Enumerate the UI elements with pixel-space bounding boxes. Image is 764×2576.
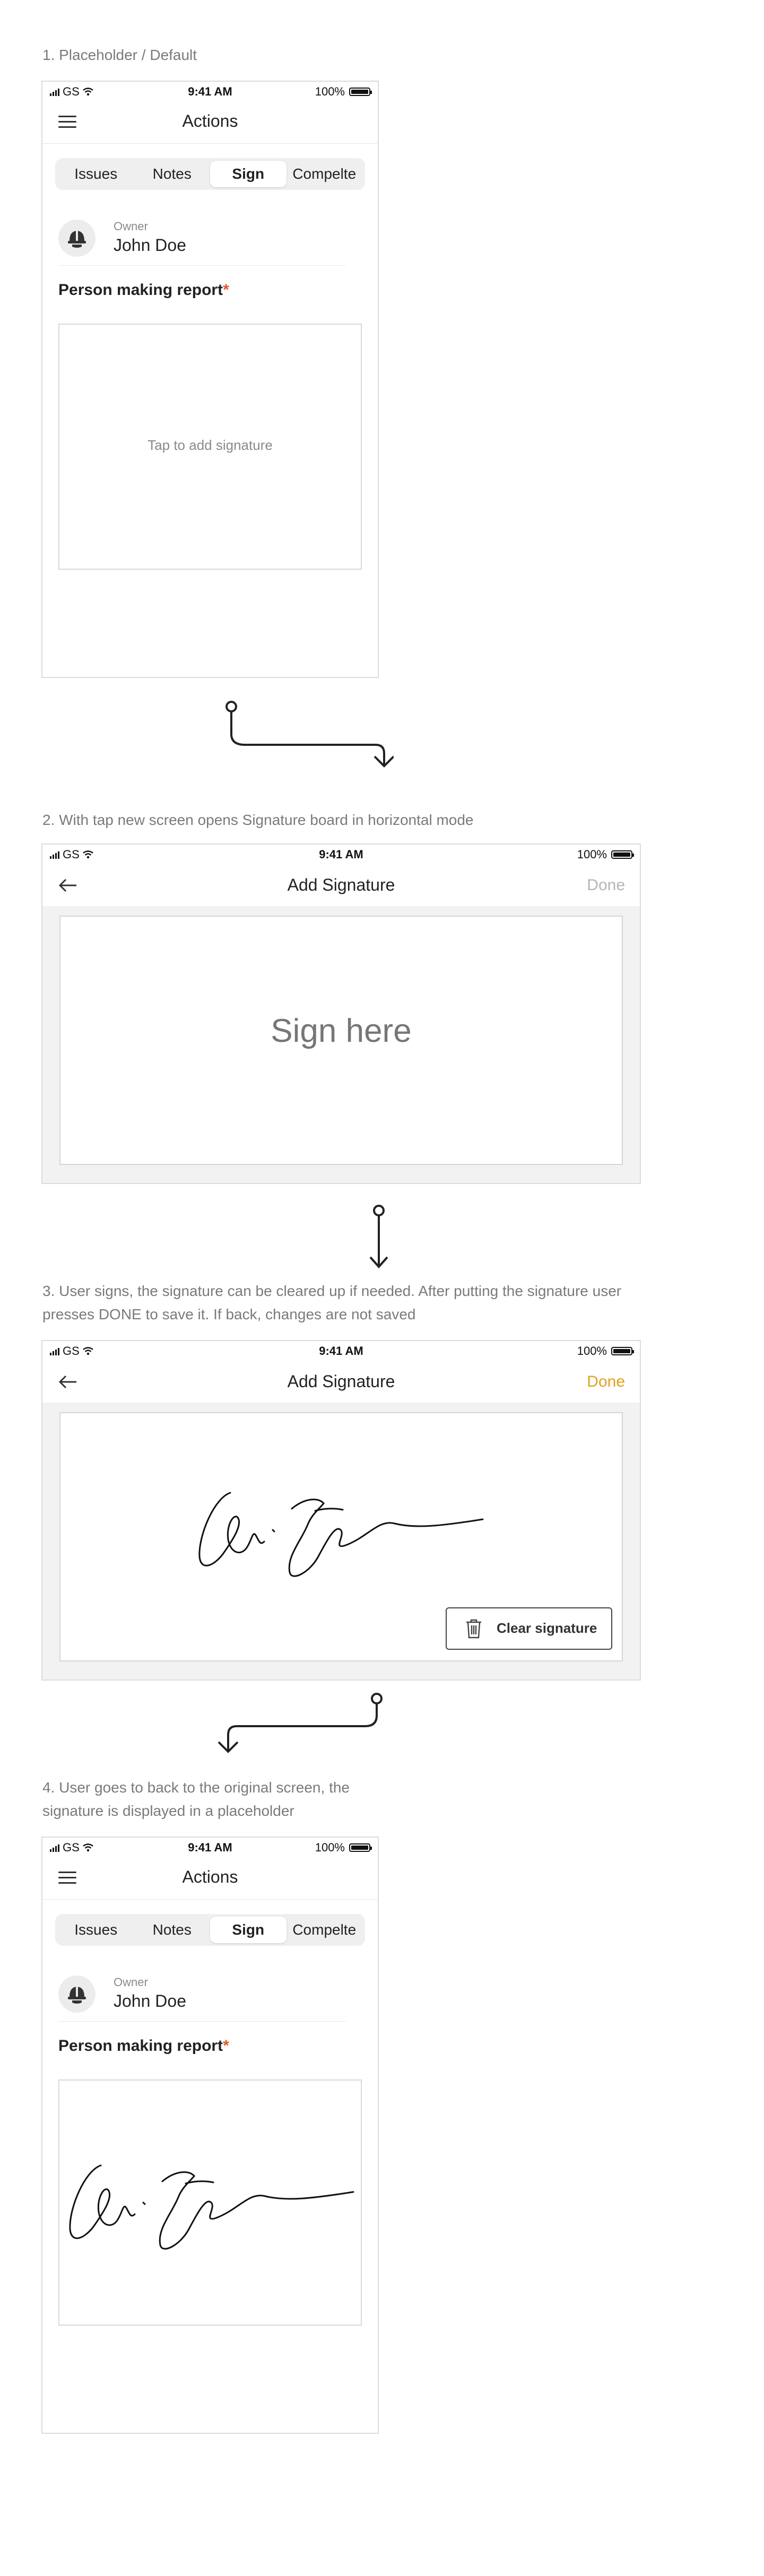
flow-arrow-icon: [225, 701, 394, 768]
avatar: [58, 220, 96, 257]
done-button[interactable]: Done: [587, 1373, 625, 1391]
screen-title: Actions: [182, 111, 238, 130]
tab-complete[interactable]: Compelte: [286, 1917, 363, 1943]
battery-percent: 100%: [577, 848, 607, 861]
status-bar: GS 9:41 AM 100%: [42, 845, 640, 863]
signature-placeholder-filled[interactable]: [58, 2079, 362, 2326]
signature-drawing: [69, 2164, 354, 2250]
tab-notes[interactable]: Notes: [134, 1917, 211, 1943]
step-3-caption-line2: presses DONE to save it. If back, change…: [42, 1306, 416, 1322]
tab-complete[interactable]: Compelte: [286, 161, 363, 187]
owner-label: Owner: [114, 220, 148, 233]
nav-bar: Add Signature Done: [42, 863, 640, 906]
segmented-tabs: Issues Notes Sign Compelte: [55, 1914, 365, 1946]
clear-signature-button[interactable]: Clear signature: [446, 1607, 612, 1650]
flow-arrow-icon: [369, 1205, 388, 1269]
tab-sign[interactable]: Sign: [210, 161, 286, 187]
owner-name: John Doe: [114, 236, 186, 255]
trash-icon: [466, 1619, 481, 1639]
done-button-disabled[interactable]: Done: [587, 876, 625, 894]
owner-label: Owner: [114, 1975, 148, 1989]
owner-name: John Doe: [114, 1991, 186, 2011]
battery-icon: [611, 850, 634, 859]
flow-arrow-icon: [218, 1693, 383, 1753]
avatar: [58, 1975, 96, 2013]
nav-bar: Add Signature Done: [42, 1359, 640, 1403]
owner-row: Owner John Doe: [58, 1968, 346, 2022]
battery-icon: [611, 1347, 634, 1355]
signature-board-area: Clear signature: [42, 1403, 640, 1679]
tab-sign[interactable]: Sign: [210, 1917, 286, 1943]
tab-issues[interactable]: Issues: [58, 161, 134, 187]
battery-percent: 100%: [577, 1344, 607, 1357]
status-bar: GS 9:41 AM 100%: [42, 82, 378, 100]
battery-percent: 100%: [315, 85, 345, 98]
step-4-caption-line2: signature is displayed in a placeholder: [42, 1803, 294, 1819]
battery-icon: [349, 88, 372, 96]
screen-title: Add Signature: [287, 1372, 395, 1391]
signature-board[interactable]: Clear signature: [59, 1412, 623, 1661]
tab-issues[interactable]: Issues: [58, 1917, 134, 1943]
field-label: Person making report*: [58, 2037, 229, 2055]
helmet-icon: [68, 1987, 86, 2004]
placeholder-hint: Tap to add signature: [147, 437, 273, 453]
field-label-text: Person making report: [58, 281, 223, 299]
add-signature-screen-signed: GS 9:41 AM 100% Add Signature Done Clear…: [41, 1340, 641, 1681]
step-3-caption-line1: 3. User signs, the signature can be clea…: [42, 1283, 622, 1299]
step-2-caption: 2. With tap new screen opens Signature b…: [42, 812, 474, 828]
status-bar: GS 9:41 AM 100%: [42, 1341, 640, 1359]
step-4-caption-line1: 4. User goes to back to the original scr…: [42, 1779, 350, 1796]
status-bar: GS 9:41 AM 100%: [42, 1838, 378, 1856]
signature-drawing: [198, 1492, 484, 1577]
required-mark: *: [223, 281, 229, 299]
segmented-tabs: Issues Notes Sign Compelte: [55, 158, 365, 190]
signature-board-area: Sign here: [42, 906, 640, 1183]
screen-title: Add Signature: [287, 875, 395, 894]
actions-screen-signed: GS 9:41 AM 100% Actions Issues Notes Sig…: [41, 1837, 379, 2434]
app-bar: Actions: [42, 1856, 378, 1900]
app-bar: Actions: [42, 100, 378, 144]
owner-row: Owner John Doe: [58, 212, 346, 266]
battery-percent: 100%: [315, 1841, 345, 1854]
helmet-icon: [68, 231, 86, 248]
battery-icon: [349, 1843, 372, 1852]
field-label: Person making report*: [58, 281, 229, 299]
required-mark: *: [223, 2037, 229, 2055]
status-time: 9:41 AM: [319, 848, 363, 861]
screen-title: Actions: [182, 1867, 238, 1886]
signature-board[interactable]: Sign here: [59, 916, 623, 1165]
field-label-text: Person making report: [58, 2037, 223, 2055]
add-signature-screen-empty: GS 9:41 AM 100% Add Signature Done Sign …: [41, 843, 641, 1184]
status-time: 9:41 AM: [319, 1344, 363, 1357]
actions-screen-default: GS 9:41 AM 100% Actions Issues Notes Sig…: [41, 81, 379, 678]
step-1-caption: 1. Placeholder / Default: [42, 47, 197, 63]
tab-notes[interactable]: Notes: [134, 161, 211, 187]
clear-signature-label: Clear signature: [497, 1620, 597, 1636]
signature-placeholder[interactable]: Tap to add signature: [58, 324, 362, 570]
sign-here-hint: Sign here: [271, 1013, 412, 1049]
